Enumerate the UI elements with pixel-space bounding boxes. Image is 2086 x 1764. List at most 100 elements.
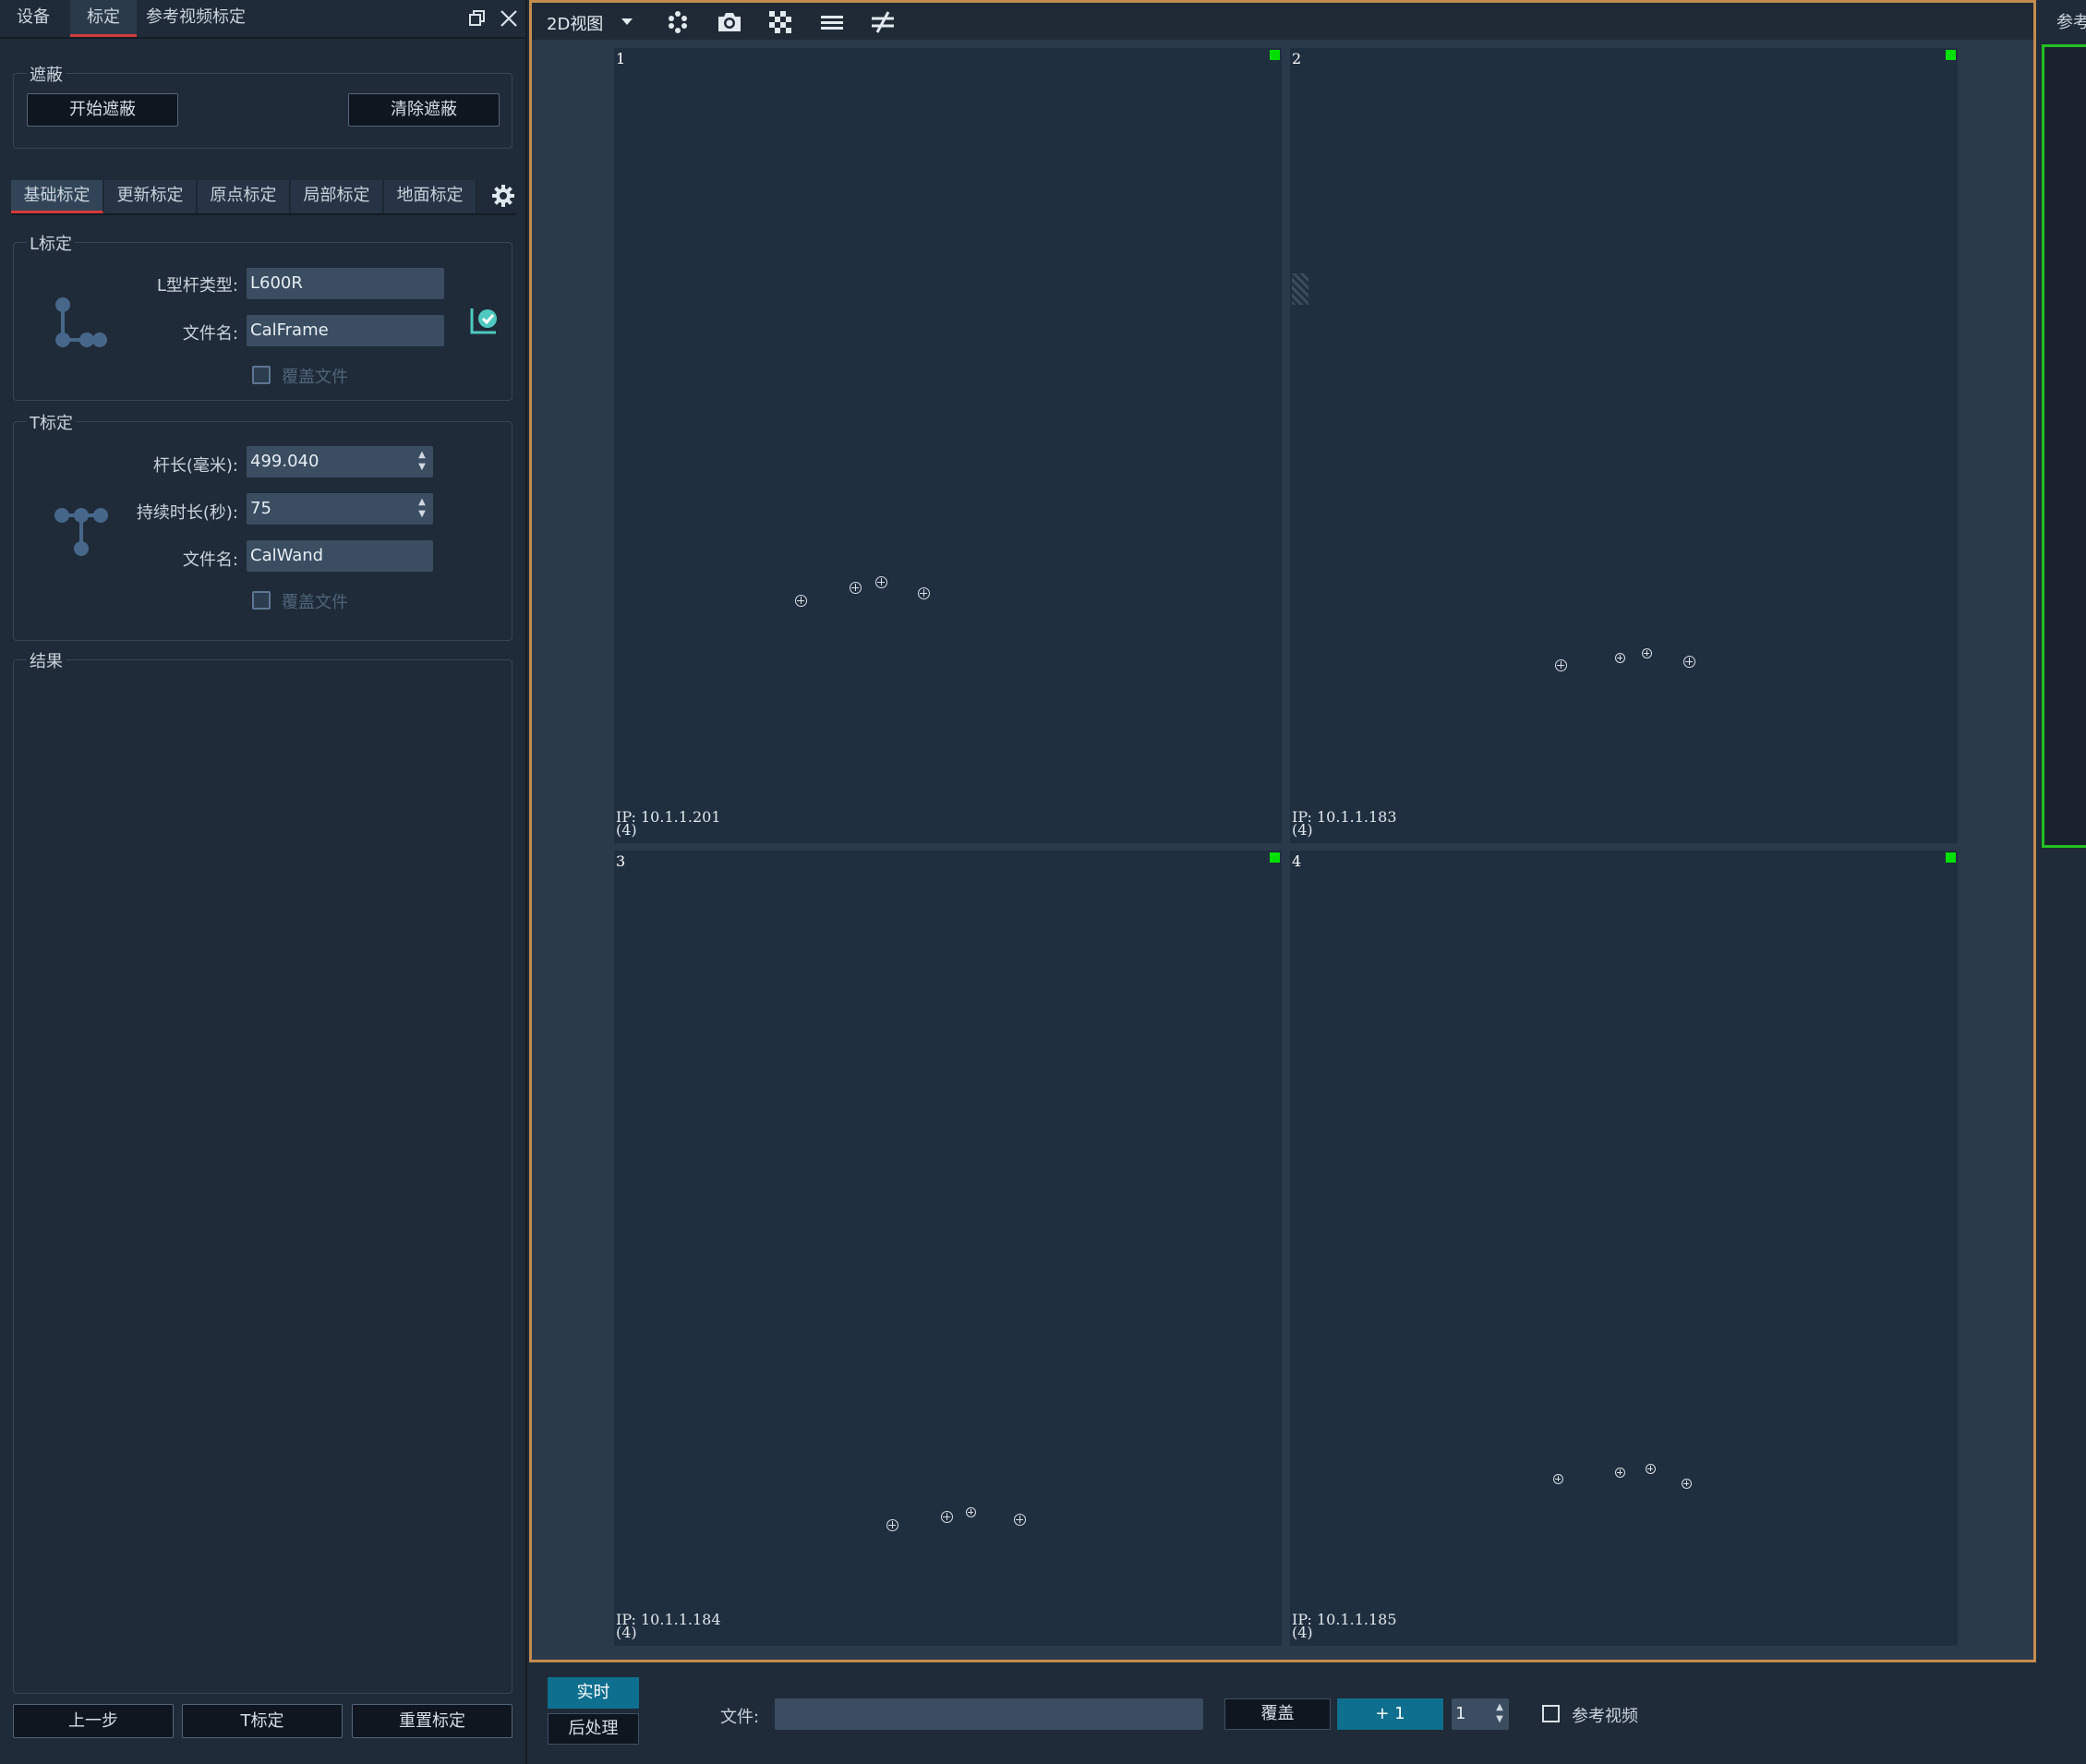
- camera-number: 4: [1292, 852, 1302, 870]
- marker-point: [1683, 656, 1695, 668]
- marker-point: [1555, 659, 1567, 671]
- tab-device[interactable]: 设备: [0, 0, 66, 37]
- step-spinbox[interactable]: 1 ▲ ▼: [1452, 1698, 1509, 1730]
- l-calibration-title: L标定: [27, 231, 76, 255]
- t-file-label: 文件名:: [182, 550, 238, 570]
- view-mode-label[interactable]: 2D视图: [547, 11, 603, 35]
- checker-icon[interactable]: [768, 10, 792, 34]
- l-frame-icon: [54, 296, 111, 349]
- spin-arrows-icon[interactable]: ▲ ▼: [415, 449, 429, 473]
- post-process-button[interactable]: 后处理: [548, 1713, 639, 1745]
- marker-point: [1646, 1464, 1656, 1474]
- tab-calibration[interactable]: 标定: [70, 0, 137, 37]
- marker-point: [875, 576, 887, 588]
- reference-video-checkbox[interactable]: [1542, 1705, 1560, 1722]
- restore-window-icon[interactable]: [467, 8, 488, 29]
- tab-reference-video-calibration[interactable]: 参考视频标定: [140, 0, 251, 37]
- l-type-label: L型杆类型:: [156, 276, 238, 296]
- camera-cell-3[interactable]: 3 IP: 10.1.1.184 (4): [614, 851, 1282, 1646]
- previous-step-button[interactable]: 上一步: [13, 1704, 174, 1738]
- marker-point: [1682, 1479, 1692, 1489]
- camera-marker-count: (4): [616, 1624, 637, 1641]
- camera-marker-count: (4): [616, 821, 637, 839]
- l-file-field[interactable]: CalFrame: [247, 315, 444, 346]
- result-title: 结果: [27, 648, 66, 672]
- camera-marker-count: (4): [1292, 821, 1313, 839]
- marker-point: [795, 595, 807, 607]
- subtab-ground-calibration[interactable]: 地面标定: [384, 180, 476, 213]
- marker-point: [1615, 1468, 1625, 1478]
- camera-number: 2: [1292, 50, 1302, 67]
- l-file-label: 文件名:: [182, 324, 238, 344]
- subtab-basic-calibration[interactable]: 基础标定: [11, 180, 103, 213]
- marker-point: [941, 1511, 953, 1523]
- file-label: 文件:: [720, 1708, 760, 1727]
- reset-calibration-button[interactable]: 重置标定: [352, 1704, 512, 1738]
- camera-number: 3: [616, 852, 626, 870]
- reference-video-frame[interactable]: [2042, 44, 2086, 848]
- t-overwrite-checkbox[interactable]: [252, 591, 271, 610]
- overwrite-button[interactable]: 覆盖: [1224, 1698, 1331, 1730]
- dots-icon[interactable]: [666, 10, 690, 34]
- wand-length-spinbox[interactable]: 499.040 ▲ ▼: [247, 446, 433, 477]
- spin-arrows-icon[interactable]: ▲ ▼: [1493, 1701, 1506, 1725]
- view-toolbar: 2D视图: [532, 3, 2033, 40]
- not-equal-icon[interactable]: [870, 10, 896, 34]
- reference-video-label: 参考视频: [1572, 1707, 1638, 1726]
- subtab-divider: [11, 213, 516, 215]
- calibration-panel: 设备 标定 参考视频标定 遮蔽 开始遮蔽 清除遮蔽 基础标定 更新标定 原点标定…: [0, 0, 527, 1764]
- camera-cell-4[interactable]: 4 IP: 10.1.1.185 (4): [1290, 851, 1958, 1646]
- playback-bar: 实时 后处理 文件: 覆盖 + 1 1 ▲ ▼ 参考视频: [529, 1664, 2086, 1764]
- plus-one-button[interactable]: + 1: [1337, 1698, 1443, 1730]
- marker-point: [966, 1507, 976, 1517]
- camera-status-indicator: [1946, 50, 1956, 60]
- reference-panel: 参考: [2038, 0, 2086, 1662]
- clear-mask-button[interactable]: 清除遮蔽: [348, 93, 500, 127]
- camera-number: 1: [616, 50, 626, 67]
- camera-marker-count: (4): [1292, 1624, 1313, 1641]
- wand-length-label: 杆长(毫米):: [152, 456, 238, 476]
- marker-point: [1014, 1514, 1026, 1526]
- start-mask-button[interactable]: 开始遮蔽: [27, 93, 178, 127]
- t-file-field[interactable]: CalWand: [247, 540, 433, 572]
- camera-status-indicator: [1946, 852, 1956, 863]
- l-type-field[interactable]: L600R: [247, 268, 444, 299]
- realtime-button[interactable]: 实时: [548, 1677, 639, 1709]
- wand-length-value: 499.040: [250, 452, 320, 471]
- marker-point: [918, 587, 930, 599]
- camera-status-indicator: [1270, 50, 1280, 60]
- t-overwrite-label: 覆盖文件: [282, 593, 348, 612]
- duration-label: 持续时长(秒):: [136, 503, 238, 523]
- duration-value: 75: [250, 499, 271, 518]
- t-calibration-button[interactable]: T标定: [182, 1704, 343, 1738]
- camera-cell-2[interactable]: 2 IP: 10.1.1.183 (4): [1290, 48, 1958, 843]
- chevron-down-icon[interactable]: [620, 14, 634, 29]
- mask-region: [1292, 273, 1308, 305]
- file-path-field[interactable]: [775, 1698, 1203, 1730]
- tab-divider: [0, 37, 527, 39]
- close-icon[interactable]: [499, 8, 519, 29]
- settings-gear-icon[interactable]: [490, 183, 516, 209]
- subtab-origin-calibration[interactable]: 原点标定: [198, 180, 290, 213]
- menu-icon[interactable]: [820, 12, 844, 32]
- l-overwrite-checkbox[interactable]: [252, 366, 271, 384]
- marker-point: [1615, 653, 1625, 663]
- marker-point: [1642, 648, 1652, 658]
- subtab-update-calibration[interactable]: 更新标定: [104, 180, 197, 213]
- step-value: 1: [1455, 1704, 1466, 1723]
- l-overwrite-label: 覆盖文件: [282, 368, 348, 387]
- reference-tab[interactable]: 参考: [2056, 9, 2086, 33]
- camera-status-indicator: [1270, 852, 1280, 863]
- subtab-local-calibration[interactable]: 局部标定: [291, 180, 383, 213]
- marker-point: [850, 582, 862, 594]
- marker-point: [886, 1519, 898, 1531]
- t-calibration-title: T标定: [27, 410, 76, 434]
- mask-group-title: 遮蔽: [27, 62, 66, 86]
- camera-icon[interactable]: [717, 10, 742, 34]
- chart-check-icon[interactable]: [468, 305, 500, 336]
- spin-arrows-icon[interactable]: ▲ ▼: [415, 496, 429, 520]
- marker-point: [1553, 1474, 1563, 1484]
- result-group: [13, 659, 512, 1694]
- camera-cell-1[interactable]: 1 IP: 10.1.1.201 (4): [614, 48, 1282, 843]
- duration-spinbox[interactable]: 75 ▲ ▼: [247, 493, 433, 525]
